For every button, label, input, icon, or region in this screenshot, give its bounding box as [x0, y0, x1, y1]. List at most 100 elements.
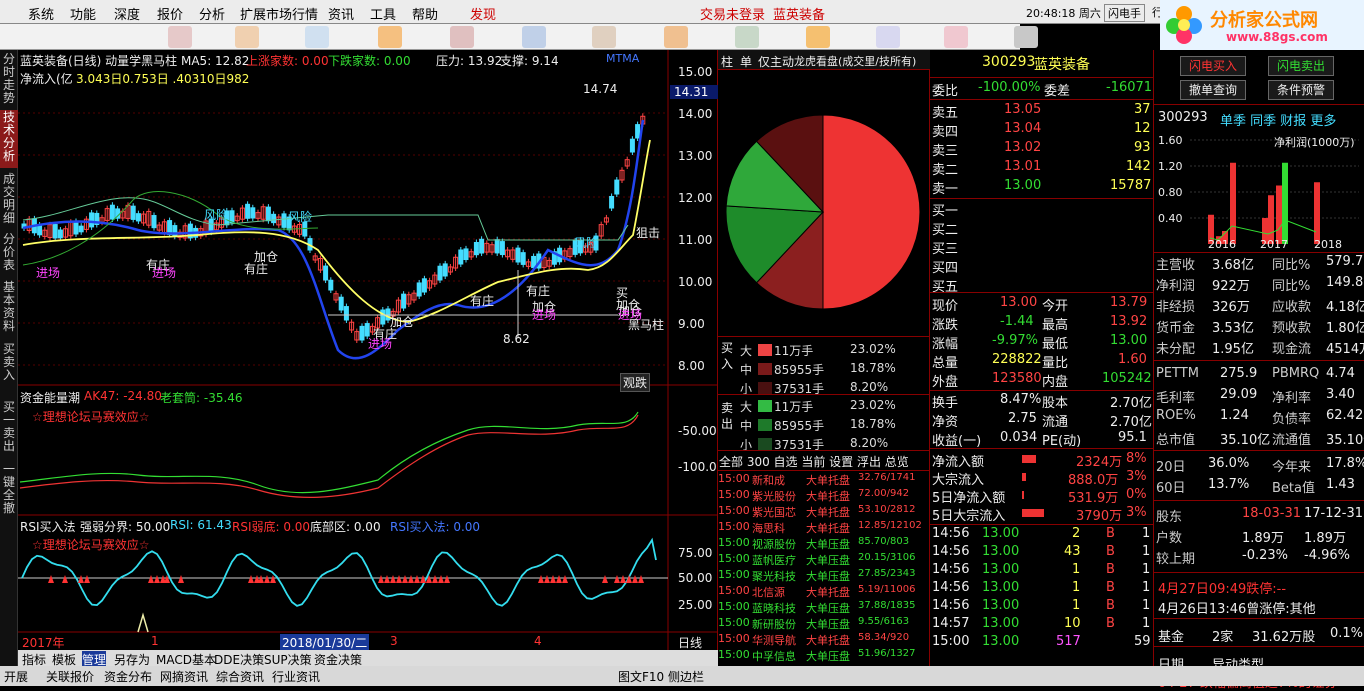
tool-icon-8[interactable]: [664, 26, 688, 48]
menu-analysis[interactable]: 分析: [199, 4, 225, 23]
ipo-icon[interactable]: [1014, 26, 1038, 48]
menu-depth[interactable]: 深度: [114, 4, 140, 23]
rsi-arrow: [538, 575, 544, 583]
tool-icon-7[interactable]: [592, 26, 616, 48]
bottom-related[interactable]: 关联报价: [46, 668, 94, 685]
order-volume: 11万手: [774, 344, 814, 358]
panel2-tick: -50.00: [678, 424, 717, 438]
kline-chart-area[interactable]: 蓝英装备(日线) 动量学黑马柱 MA5: 12.82 上涨家数: 0.00 下跌…: [18, 50, 718, 651]
tab-trade-detail[interactable]: 成交明细: [0, 172, 18, 228]
menu-function[interactable]: 功能: [70, 4, 96, 23]
bottom-expand[interactable]: 开展: [4, 668, 28, 685]
fin-bar: [1268, 195, 1274, 244]
tool-icon-9[interactable]: [735, 26, 759, 48]
fire-icon[interactable]: [378, 26, 402, 48]
calendar-icon[interactable]: [522, 26, 546, 48]
tool-icon-3[interactable]: [305, 26, 329, 48]
list-stock[interactable]: 蓝晓科技: [752, 600, 796, 616]
bottom-industry[interactable]: 行业资讯: [272, 668, 320, 685]
rsi-arrow: [154, 575, 160, 583]
tool-icon-10[interactable]: [806, 26, 830, 48]
stat-label: 总量: [932, 356, 959, 371]
tick-volume: 1: [1072, 580, 1081, 595]
flow-value: 2324万: [1076, 455, 1123, 470]
bottom-f10[interactable]: 图文F10: [618, 668, 664, 685]
menu-help[interactable]: 帮助: [412, 4, 438, 23]
tab-bar[interactable]: 柱: [721, 53, 733, 70]
tab-intraday[interactable]: 分时走势: [0, 52, 18, 106]
login-status[interactable]: 交易未登录: [700, 4, 765, 23]
flow-pct: 3%: [1126, 505, 1147, 520]
tool-icon-11[interactable]: [876, 26, 900, 48]
color-swatch: [758, 363, 772, 375]
f10-cell: 现金流: [1272, 342, 1312, 357]
tool-icon-5[interactable]: [450, 26, 474, 48]
list-value: 12.85/12102: [858, 520, 922, 531]
hk-icon[interactable]: [944, 26, 968, 48]
list-stock[interactable]: 紫光国芯: [752, 504, 796, 520]
menu-ext-market[interactable]: 扩展市场行情: [240, 4, 318, 23]
tab-buy[interactable]: 买卖入: [0, 342, 18, 394]
flash-buy-button[interactable]: 闪电买入: [1180, 56, 1246, 76]
list-stock[interactable]: 北信源: [752, 584, 785, 600]
panel2-title: 资金能量潮: [20, 391, 81, 405]
holder-value: -0.23%: [1242, 548, 1288, 563]
candle-body: [458, 249, 464, 265]
list-stock[interactable]: 紫光股份: [752, 488, 796, 504]
color-swatch: [758, 400, 772, 412]
tool-icon-1[interactable]: [168, 26, 192, 48]
flash-trade-button[interactable]: 闪电手: [1104, 4, 1145, 22]
menu-system[interactable]: 系统: [28, 4, 54, 23]
candle-body: [437, 265, 443, 281]
logo-text: 分析家公式网: [1210, 10, 1318, 31]
size-label: 大: [740, 400, 753, 414]
menu-quote[interactable]: 报价: [157, 4, 183, 23]
signal-label: 进场: [152, 266, 177, 280]
list-stock[interactable]: 新研股份: [752, 616, 796, 632]
bottom-sidebar[interactable]: 侧边栏: [668, 668, 704, 685]
list-value: 58.34/920: [858, 632, 910, 643]
list-stock[interactable]: 蓝帆医疗: [752, 552, 796, 568]
bottom-fund-dist[interactable]: 资金分布: [104, 668, 152, 685]
tool-icon-2[interactable]: [235, 26, 259, 48]
tab-active-only[interactable]: 仅主动: [758, 53, 794, 70]
list-time: 15:00: [718, 504, 750, 517]
year-label: 2017: [1260, 238, 1288, 251]
menu-tools[interactable]: 工具: [370, 4, 396, 23]
list-stock[interactable]: 视源股份: [752, 536, 796, 552]
news-item[interactable]: 4月27日09:49跌停:--: [1158, 578, 1286, 597]
news-item[interactable]: 4月26日13:46曾涨停:其他: [1158, 598, 1316, 617]
menu-news[interactable]: 资讯: [328, 4, 354, 23]
list-stock[interactable]: 华测导航: [752, 632, 796, 648]
tick-time: 14:56: [932, 580, 970, 595]
size-label: 中: [740, 419, 753, 433]
tab-technical[interactable]: 技术分析: [0, 110, 18, 168]
flash-sell-button[interactable]: 闪电卖出: [1268, 56, 1334, 76]
fund-count: 2家: [1212, 630, 1234, 645]
period-label[interactable]: 日线: [678, 634, 702, 651]
tab-longhu[interactable]: 龙虎看盘(成交里/技所有): [794, 53, 916, 69]
tab-basic-info[interactable]: 基本资料: [0, 280, 18, 336]
panel2-tick: -100.0: [678, 460, 717, 474]
ask-level-label: 卖一: [932, 182, 959, 197]
stat-value: 95.1: [1118, 430, 1147, 445]
fin-bar: [1276, 185, 1282, 244]
bottom-news[interactable]: 综合资讯: [216, 668, 264, 685]
rsi-arrow: [378, 575, 384, 583]
tab-cancel-all[interactable]: 一键全撤: [0, 462, 18, 518]
cancel-query-button[interactable]: 撤单查询: [1180, 80, 1246, 100]
list-stock[interactable]: 聚光科技: [752, 568, 796, 584]
candle-body: [151, 215, 157, 229]
tab-sell[interactable]: 买一卖出: [0, 400, 18, 456]
list-tabs[interactable]: 全部 300 自选 当前 设置 浮出 总览: [719, 453, 909, 470]
list-stock[interactable]: 新和成: [752, 472, 785, 488]
tab-price-table[interactable]: 分价表: [0, 232, 18, 276]
f10-cell: 同比%: [1272, 279, 1311, 294]
menu-discover[interactable]: 发现: [470, 4, 496, 23]
list-stock[interactable]: 中孚信息: [752, 648, 796, 664]
list-stock[interactable]: 海思科: [752, 520, 785, 536]
alert-button[interactable]: 条件预警: [1268, 80, 1334, 100]
bottom-netnews[interactable]: 网摘资讯: [160, 668, 208, 685]
tab-order[interactable]: 单: [740, 53, 752, 70]
f10-cell: 流通值: [1272, 433, 1312, 448]
